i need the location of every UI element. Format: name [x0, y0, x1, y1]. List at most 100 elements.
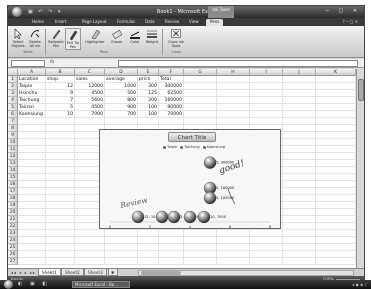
cell[interactable]: [217, 251, 250, 258]
cell[interactable]: [105, 258, 138, 265]
row-header[interactable]: 9: [8, 132, 18, 139]
row-header[interactable]: 23: [8, 230, 18, 237]
tab-formulas[interactable]: Formulas: [117, 19, 135, 24]
cell[interactable]: [217, 230, 250, 237]
cell[interactable]: [316, 132, 356, 139]
cell[interactable]: [316, 118, 356, 125]
cell[interactable]: [316, 230, 356, 237]
cell[interactable]: [283, 125, 316, 132]
cell[interactable]: 4500: [75, 104, 105, 111]
cell[interactable]: [316, 167, 356, 174]
cell[interactable]: [184, 118, 217, 125]
cell[interactable]: [159, 251, 184, 258]
cell[interactable]: [46, 223, 75, 230]
cell[interactable]: [18, 167, 46, 174]
cell[interactable]: 800: [105, 97, 138, 104]
row-header[interactable]: 14: [8, 167, 18, 174]
cell[interactable]: [184, 97, 217, 104]
ballpoint-pen-button[interactable]: Ballpoint Pen: [48, 28, 64, 48]
cell[interactable]: 7000: [75, 111, 105, 118]
cell[interactable]: [283, 76, 316, 83]
cell[interactable]: [316, 125, 356, 132]
cell[interactable]: [283, 188, 316, 195]
cell[interactable]: [250, 76, 283, 83]
cell[interactable]: [46, 125, 75, 132]
cell[interactable]: [105, 118, 138, 125]
cell[interactable]: [138, 251, 159, 258]
color-button[interactable]: Color: [127, 28, 143, 44]
column-header[interactable]: F: [159, 69, 184, 76]
column-header[interactable]: B: [46, 69, 75, 76]
cell[interactable]: [283, 97, 316, 104]
cell[interactable]: [18, 258, 46, 265]
cell[interactable]: 100: [138, 104, 159, 111]
cell[interactable]: [18, 202, 46, 209]
column-header[interactable]: H: [217, 69, 250, 76]
cell[interactable]: [138, 258, 159, 265]
row-header[interactable]: 13: [8, 160, 18, 167]
cell[interactable]: [316, 188, 356, 195]
cell[interactable]: [46, 188, 75, 195]
cell[interactable]: [18, 244, 46, 251]
insert-function-button[interactable]: fx: [50, 60, 54, 65]
cell[interactable]: [138, 230, 159, 237]
cell[interactable]: [283, 195, 316, 202]
cell[interactable]: 500: [105, 90, 138, 97]
system-tray-icons[interactable]: ◂ ◉ ◈ ♪: [352, 282, 367, 287]
scatter-chart[interactable]: Chart Title Taipie Taichung Kaohsiung 02…: [99, 129, 281, 229]
row-header[interactable]: 26: [8, 251, 18, 258]
cell[interactable]: 1000: [105, 83, 138, 90]
cell[interactable]: [283, 181, 316, 188]
cell[interactable]: [283, 223, 316, 230]
select-objects-button[interactable]: Select Objects: [10, 28, 26, 48]
quick-launch-icons[interactable]: ◐ ▣ ◧: [18, 281, 50, 287]
row-header[interactable]: 4: [8, 97, 18, 104]
cell[interactable]: [283, 244, 316, 251]
cell[interactable]: [138, 244, 159, 251]
delete-all-ink-button[interactable]: Delete All Ink: [27, 28, 43, 48]
row-header[interactable]: 17: [8, 188, 18, 195]
cell[interactable]: 5: [46, 104, 75, 111]
cell[interactable]: [283, 104, 316, 111]
cell[interactable]: 700: [105, 111, 138, 118]
select-all-corner[interactable]: [8, 69, 18, 76]
help-icon[interactable]: ? ─ □ ✕: [343, 19, 358, 24]
cell[interactable]: [18, 195, 46, 202]
cell[interactable]: [75, 244, 105, 251]
eraser-button[interactable]: Eraser: [109, 28, 125, 44]
cell[interactable]: [250, 237, 283, 244]
cell[interactable]: [46, 167, 75, 174]
cell[interactable]: [316, 223, 356, 230]
cell[interactable]: [105, 244, 138, 251]
cell[interactable]: [184, 230, 217, 237]
column-header[interactable]: D: [105, 69, 138, 76]
cell[interactable]: [46, 181, 75, 188]
cell[interactable]: [105, 237, 138, 244]
vertical-scrollbar[interactable]: [356, 69, 364, 268]
cell[interactable]: 900: [105, 104, 138, 111]
tab-data[interactable]: Data: [145, 19, 155, 24]
cell[interactable]: [217, 104, 250, 111]
cell[interactable]: [75, 237, 105, 244]
cell[interactable]: [46, 153, 75, 160]
cell[interactable]: [18, 209, 46, 216]
cell[interactable]: [316, 104, 356, 111]
row-header[interactable]: 25: [8, 244, 18, 251]
cell[interactable]: [316, 202, 356, 209]
cell[interactable]: price: [138, 76, 159, 83]
cell[interactable]: [250, 111, 283, 118]
cell[interactable]: Kaohsiung: [18, 111, 46, 118]
cell[interactable]: [184, 111, 217, 118]
cell[interactable]: [316, 237, 356, 244]
cell[interactable]: [316, 209, 356, 216]
cell[interactable]: [283, 153, 316, 160]
cell[interactable]: [184, 76, 217, 83]
weight-button[interactable]: Weight: [144, 28, 160, 44]
cell[interactable]: [217, 83, 250, 90]
row-header[interactable]: 2: [8, 83, 18, 90]
cell[interactable]: [316, 251, 356, 258]
cell[interactable]: [18, 153, 46, 160]
cell[interactable]: [316, 195, 356, 202]
cell[interactable]: [316, 90, 356, 97]
column-header[interactable]: J: [283, 69, 316, 76]
